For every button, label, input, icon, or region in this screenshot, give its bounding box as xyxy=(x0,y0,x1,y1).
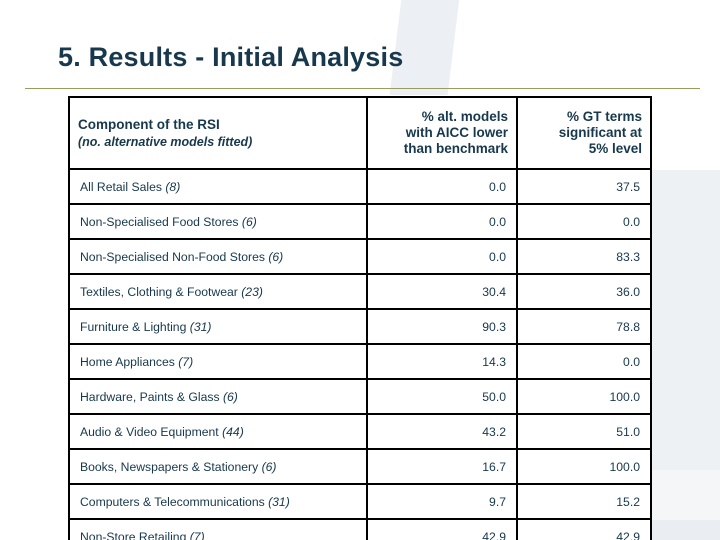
component-model-count: (31) xyxy=(189,319,212,334)
cell-gt-percent: 51.0 xyxy=(516,413,652,450)
component-model-count: (6) xyxy=(241,214,257,229)
table-row: Home Appliances (7) 14.3 0.0 xyxy=(68,343,652,380)
table-row: Hardware, Paints & Glass (6) 50.0 100.0 xyxy=(68,378,652,415)
table-row: Non-Specialised Food Stores (6) 0.0 0.0 xyxy=(68,203,652,240)
component-label: Non-Specialised Non-Food Stores xyxy=(80,249,265,264)
cell-component-name: Non-Specialised Food Stores (6) xyxy=(68,203,368,240)
component-label: Non-Store Retailing xyxy=(80,529,187,540)
cell-gt-percent: 100.0 xyxy=(516,448,652,485)
column-header-component: Component of the RSI (no. alternative mo… xyxy=(68,96,368,170)
column-header-aicc-line2: with AICC lower xyxy=(405,125,508,140)
slide-canvas: 5. Results - Initial Analysis Component … xyxy=(0,0,720,540)
table-row: Books, Newspapers & Stationery (6) 16.7 10… xyxy=(68,448,652,485)
component-model-count: (6) xyxy=(261,459,277,474)
cell-aicc-percent: 16.7 xyxy=(366,448,518,485)
cell-gt-percent: 36.0 xyxy=(516,273,652,310)
table-row: All Retail Sales (8) 0.0 37.5 xyxy=(68,168,652,205)
cell-gt-percent: 0.0 xyxy=(516,203,652,240)
results-table: Component of the RSI (no. alternative mo… xyxy=(68,96,652,540)
component-label: Furniture & Lighting xyxy=(80,319,187,334)
cell-component-name: Home Appliances (7) xyxy=(68,343,368,380)
component-label: Textiles, Clothing & Footwear xyxy=(80,284,238,299)
cell-component-name: Textiles, Clothing & Footwear (23) xyxy=(68,273,368,310)
component-model-count: (23) xyxy=(241,284,263,299)
cell-aicc-percent: 14.3 xyxy=(366,343,518,380)
component-label: Audio & Video Equipment xyxy=(80,424,219,439)
table-row: Non-Store Retailing (7) 42.9 42.9 xyxy=(68,518,652,540)
cell-gt-percent: 42.9 xyxy=(516,518,652,540)
column-header-gt-line1: % GT terms xyxy=(566,109,642,124)
column-header-aicc: % alt. models with AICC lower than bench… xyxy=(366,96,518,170)
cell-aicc-percent: 50.0 xyxy=(366,378,518,415)
column-header-gt: % GT terms significant at 5% level xyxy=(516,96,652,170)
table-row: Computers & Telecommunications (31) 9.7 15… xyxy=(68,483,652,520)
cell-gt-percent: 0.0 xyxy=(516,343,652,380)
table-body: All Retail Sales (8) 0.0 37.5 Non-Specialis… xyxy=(68,168,652,540)
cell-aicc-percent: 30.4 xyxy=(366,273,518,310)
table-row: Textiles, Clothing & Footwear (23) 30.4 36… xyxy=(68,273,652,310)
title-divider-rule xyxy=(25,88,700,89)
cell-aicc-percent: 0.0 xyxy=(366,168,518,205)
cell-aicc-percent: 9.7 xyxy=(366,483,518,520)
cell-gt-percent: 100.0 xyxy=(516,378,652,415)
component-model-count: (8) xyxy=(165,179,181,194)
table-row: Audio & Video Equipment (44) 43.2 51.0 xyxy=(68,413,652,450)
cell-component-name: Hardware, Paints & Glass (6) xyxy=(68,378,368,415)
table-row: Non-Specialised Non-Food Stores (6) 0.0 83… xyxy=(68,238,652,275)
cell-gt-percent: 83.3 xyxy=(516,238,652,275)
cell-component-name: Computers & Telecommunications (31) xyxy=(68,483,368,520)
cell-component-name: Audio & Video Equipment (44) xyxy=(68,413,368,450)
cell-aicc-percent: 0.0 xyxy=(366,203,518,240)
component-model-count: (44) xyxy=(222,424,244,439)
cell-gt-percent: 78.8 xyxy=(516,308,652,345)
component-label: Non-Specialised Food Stores xyxy=(80,214,239,229)
slide-title: 5. Results - Initial Analysis xyxy=(58,42,404,72)
column-header-aicc-line1: % alt. models xyxy=(421,109,508,124)
component-label: Home Appliances xyxy=(80,354,175,369)
component-label: All Retail Sales xyxy=(80,179,162,194)
cell-gt-percent: 37.5 xyxy=(516,168,652,205)
component-model-count: (6) xyxy=(222,389,238,404)
component-model-count: (6) xyxy=(268,249,284,264)
component-model-count: (7) xyxy=(178,354,194,369)
cell-component-name: Non-Specialised Non-Food Stores (6) xyxy=(68,238,368,275)
component-label: Computers & Telecommunications xyxy=(80,494,265,509)
cell-aicc-percent: 42.9 xyxy=(366,518,518,540)
column-header-gt-line2: significant at xyxy=(558,125,642,140)
table-header-row: Component of the RSI (no. alternative mo… xyxy=(68,96,652,170)
column-header-aicc-line3: than benchmark xyxy=(403,141,508,156)
table-header: Component of the RSI (no. alternative mo… xyxy=(68,96,652,170)
cell-aicc-percent: 0.0 xyxy=(366,238,518,275)
component-label: Books, Newspapers & Stationery xyxy=(80,459,259,474)
column-header-component-sub: (no. alternative models fitted) xyxy=(78,134,253,149)
column-header-component-main: Component of the RSI xyxy=(78,116,220,132)
component-model-count: (7) xyxy=(189,529,205,540)
column-header-gt-line3: 5% level xyxy=(588,141,642,156)
cell-aicc-percent: 43.2 xyxy=(366,413,518,450)
cell-component-name: Non-Store Retailing (7) xyxy=(68,518,368,540)
cell-component-name: All Retail Sales (8) xyxy=(68,168,368,205)
table-row: Furniture & Lighting (31) 90.3 78.8 xyxy=(68,308,652,345)
component-model-count: (31) xyxy=(268,494,290,509)
cell-gt-percent: 15.2 xyxy=(516,483,652,520)
cell-aicc-percent: 90.3 xyxy=(366,308,518,345)
cell-component-name: Books, Newspapers & Stationery (6) xyxy=(68,448,368,485)
cell-component-name: Furniture & Lighting (31) xyxy=(68,308,368,345)
component-label: Hardware, Paints & Glass xyxy=(80,389,220,404)
